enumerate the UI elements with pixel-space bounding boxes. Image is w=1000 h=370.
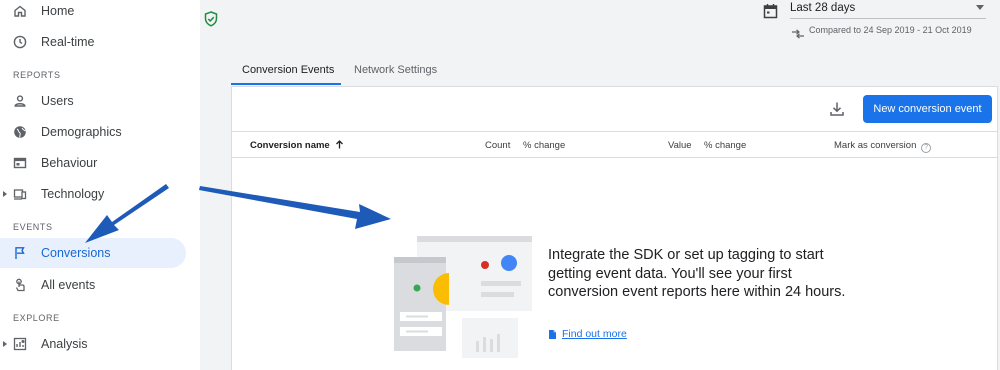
sidebar-item-label: Technology	[41, 186, 105, 201]
tab-network-settings[interactable]: Network Settings	[354, 64, 437, 76]
sidebar-item-technology[interactable]: Technology	[0, 178, 186, 209]
sidebar-item-label: Behaviour	[41, 155, 98, 170]
chevron-down-icon[interactable]	[976, 5, 984, 10]
sidebar-item-label: Conversions	[41, 246, 111, 260]
column-header-conversion-name[interactable]: Conversion name	[250, 140, 344, 151]
tab-conversion-events[interactable]: Conversion Events	[242, 64, 334, 76]
sidebar-item-behaviour[interactable]: Behaviour	[0, 147, 186, 178]
section-header-explore: EXPLORE	[13, 313, 60, 323]
sidebar-item-users[interactable]: Users	[0, 85, 186, 116]
analysis-icon	[12, 336, 28, 352]
sort-arrow-up-icon	[336, 140, 344, 149]
document-icon	[549, 329, 556, 339]
find-out-more-link[interactable]: Find out more	[548, 328, 627, 340]
flag-icon	[12, 245, 28, 261]
empty-state-illustration	[394, 236, 532, 358]
touch-icon	[12, 277, 28, 293]
person-icon	[12, 93, 28, 109]
column-label: Conversion name	[250, 140, 330, 151]
conversions-card: New conversion event Conversion name Cou…	[231, 86, 998, 370]
sidebar-item-demographics[interactable]: Demographics	[0, 116, 186, 147]
sidebar-item-all-events[interactable]: All events	[0, 269, 186, 300]
date-range-select[interactable]: Last 28 days	[790, 2, 855, 14]
section-header-events: EVENTS	[13, 222, 53, 232]
date-range-underline	[790, 18, 986, 19]
section-header-reports: REPORTS	[13, 70, 61, 80]
sidebar-item-realtime[interactable]: Real-time	[0, 26, 186, 57]
column-header-mark-as-conversion[interactable]: Mark as conversion ?	[834, 140, 932, 153]
shield-check-icon	[204, 11, 218, 32]
link-label: Find out more	[562, 328, 627, 340]
sidebar-item-label: Demographics	[41, 124, 122, 139]
help-icon[interactable]: ?	[921, 143, 932, 153]
download-icon[interactable]	[829, 101, 845, 122]
sidebar-item-analysis[interactable]: Analysis	[0, 328, 186, 359]
sidebar: Home Real-time REPORTS Users Demographic…	[0, 0, 200, 370]
home-icon	[12, 3, 28, 19]
column-header-count-change[interactable]: % change	[523, 140, 565, 151]
active-tab-indicator	[231, 83, 341, 85]
compare-arrows-icon	[791, 26, 805, 44]
compare-period-text: Compared to 24 Sep 2019 - 21 Oct 2019	[809, 25, 972, 35]
calendar-icon[interactable]	[763, 3, 778, 24]
sidebar-item-label: Users	[41, 93, 74, 108]
header: Last 28 days Compared to 24 Sep 2019 - 2…	[200, 0, 1000, 56]
column-header-value[interactable]: Value	[668, 140, 692, 151]
sidebar-item-label: Real-time	[41, 34, 95, 49]
sidebar-item-conversions[interactable]: Conversions	[0, 238, 186, 268]
sidebar-item-label: Home	[41, 3, 75, 18]
expand-caret-icon[interactable]	[3, 340, 7, 347]
sidebar-item-home[interactable]: Home	[0, 0, 186, 26]
column-header-value-change[interactable]: % change	[704, 140, 746, 151]
expand-caret-icon[interactable]	[3, 190, 7, 197]
window-icon	[12, 155, 28, 171]
clock-icon	[12, 34, 28, 50]
new-conversion-event-button[interactable]: New conversion event	[863, 95, 992, 123]
main-content: Last 28 days Compared to 24 Sep 2019 - 2…	[200, 0, 1000, 370]
devices-icon	[12, 186, 28, 202]
table-header: Conversion name Count % change Value % c…	[232, 131, 997, 158]
sidebar-item-label: Analysis	[41, 336, 88, 351]
globe-icon	[12, 124, 28, 140]
column-label: Mark as conversion	[834, 140, 917, 151]
empty-state-message: Integrate the SDK or set up tagging to s…	[548, 247, 846, 300]
sidebar-item-label: All events	[41, 277, 96, 292]
column-header-count[interactable]: Count	[485, 140, 510, 151]
